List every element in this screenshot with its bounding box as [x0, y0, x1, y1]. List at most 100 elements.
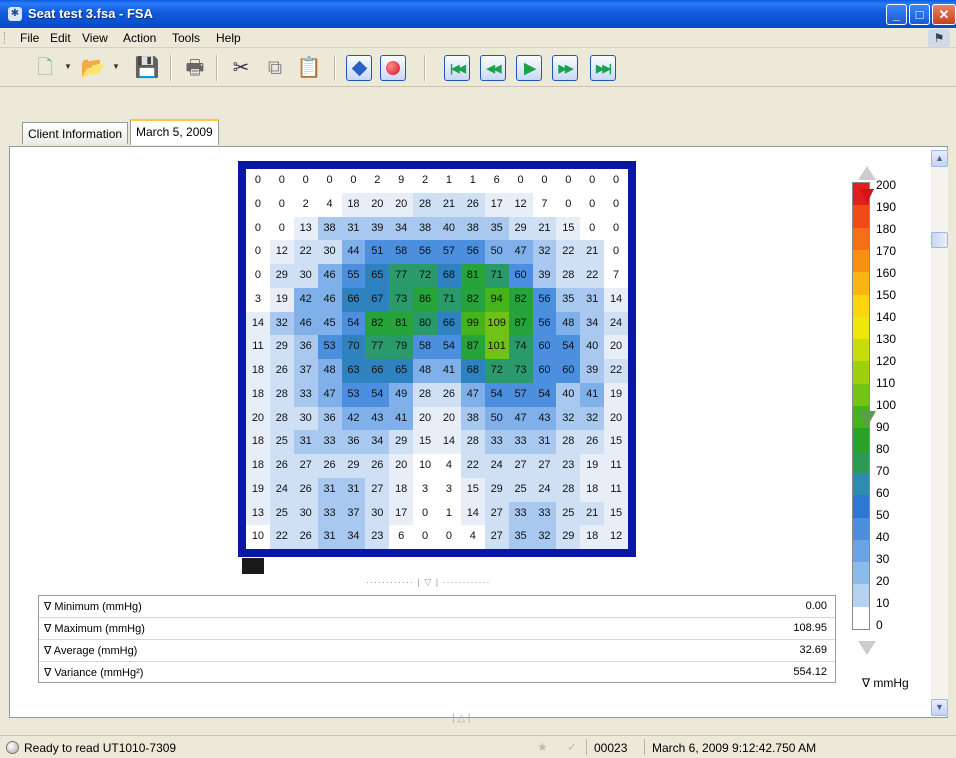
scale-tick-label: 160 — [876, 266, 897, 280]
scale-unit[interactable]: ∇ mmHg — [862, 676, 909, 690]
pressure-cell: 50 — [484, 240, 509, 264]
last-frame-button[interactable]: ▶▶| — [590, 55, 616, 81]
diamond-icon — [351, 60, 367, 76]
horizontal-splitter[interactable]: ············ | ▽ | ············ — [366, 577, 526, 588]
pressure-cell: 11 — [604, 454, 628, 478]
paste-icon[interactable]: 📋 — [294, 53, 324, 83]
pressure-cell: 22 — [604, 359, 628, 383]
bottom-splitter[interactable]: | △ | — [452, 713, 470, 724]
stat-row-variance[interactable]: ∇ Variance (mmHg²) 554.12 — [39, 662, 835, 684]
pressure-cell: 33 — [508, 501, 533, 526]
menu-help[interactable]: Help — [216, 31, 241, 45]
scale-min-slider[interactable] — [858, 641, 876, 655]
pressure-cell: 65 — [389, 359, 414, 383]
record-button[interactable] — [380, 55, 406, 81]
menu-file[interactable]: File — [20, 31, 39, 45]
close-button[interactable]: ✕ — [932, 4, 956, 25]
fast-forward-button[interactable]: ▶▶ — [552, 55, 578, 81]
pressure-cell: 43 — [365, 406, 390, 431]
pressure-cell: 46 — [293, 311, 318, 336]
pressure-cell: 0 — [437, 525, 461, 549]
rewind-icon: ◀◀ — [486, 62, 502, 75]
first-frame-button[interactable]: |◀◀ — [444, 55, 470, 81]
open-folder-icon[interactable]: 📂 — [78, 53, 108, 83]
pressure-cell: 53 — [341, 382, 366, 407]
scroll-down-icon[interactable]: ▼ — [931, 699, 948, 716]
pressure-cell: 0 — [269, 216, 294, 241]
tab-march-5-2009[interactable]: March 5, 2009 — [130, 119, 219, 145]
last-frame-icon: ▶▶| — [596, 62, 612, 75]
rewind-button[interactable]: ◀◀ — [480, 55, 506, 81]
scale-segment — [853, 428, 869, 452]
pressure-cell: 82 — [365, 311, 390, 336]
frame-counter: 00023 — [594, 741, 628, 755]
status-datetime: March 6, 2009 9:12:42.750 AM — [652, 741, 817, 755]
title-bar[interactable]: ✱ Seat test 3.fsa - FSA _ □ ✕ — [0, 0, 956, 28]
scale-segment — [853, 339, 869, 362]
menu-edit[interactable]: Edit — [50, 31, 71, 45]
pressure-cell: 14 — [437, 430, 461, 454]
scale-mid-marker-icon[interactable] — [858, 411, 876, 427]
save-icon[interactable]: 💾 — [132, 53, 162, 83]
scale-segment — [853, 205, 869, 229]
color-scale-bar — [852, 182, 870, 630]
minimize-button[interactable]: _ — [886, 4, 907, 25]
status-icon — [6, 741, 19, 754]
pressure-cell: 29 — [269, 264, 294, 288]
pressure-cell: 30 — [365, 501, 390, 526]
play-button[interactable]: ▶ — [516, 55, 542, 81]
pressure-cell: 50 — [484, 406, 509, 431]
pressure-cell: 0 — [293, 169, 318, 193]
pressure-cell: 38 — [460, 406, 485, 431]
pressure-map-grid[interactable]: 0 0 0 0 0 2 9 2 1 1 6 0 0 0 0 0 0 0 2 4 18 20 20 28 21 26 17 12 7 0 0 0… — [246, 169, 628, 549]
scale-tick-label: 190 — [876, 200, 897, 214]
pressure-cell: 34 — [389, 216, 414, 241]
menu-bar: File Edit View Action Tools Help ⚑ — [0, 28, 956, 48]
scale-max-marker-icon[interactable] — [860, 189, 874, 203]
pressure-cell: 19 — [269, 287, 294, 312]
pressure-cell: 26 — [460, 192, 485, 217]
pressure-cell: 20 — [389, 454, 414, 478]
pressure-cell: 60 — [508, 264, 533, 288]
maximize-button[interactable]: □ — [909, 4, 930, 25]
pressure-cell: 49 — [389, 382, 414, 407]
pressure-cell: 29 — [484, 477, 509, 502]
stat-row-average[interactable]: ∇ Average (mmHg) 32.69 — [39, 640, 835, 662]
scale-max-slider[interactable] — [858, 166, 876, 180]
pressure-cell: 54 — [341, 311, 366, 336]
menu-view[interactable]: View — [82, 31, 108, 45]
menu-tools[interactable]: Tools — [172, 31, 200, 45]
pressure-cell: 4 — [460, 525, 485, 549]
tab-client-information[interactable]: Client Information — [22, 122, 129, 144]
pressure-cell: 23 — [556, 454, 581, 478]
map-handle[interactable] — [242, 558, 264, 574]
new-dropdown-icon[interactable]: ▼ — [64, 62, 72, 71]
scroll-up-icon[interactable]: ▲ — [931, 150, 948, 167]
pressure-cell: 28 — [269, 382, 294, 407]
scroll-thumb[interactable] — [931, 232, 948, 248]
scale-tick-label: 20 — [876, 574, 890, 588]
open-dropdown-icon[interactable]: ▼ — [112, 62, 120, 71]
pressure-cell: 26 — [580, 430, 605, 454]
diamond-button[interactable] — [346, 55, 372, 81]
new-file-icon[interactable]: 🗋 — [30, 53, 60, 83]
copy-icon[interactable]: ⧉ — [260, 53, 290, 83]
menu-action[interactable]: Action — [123, 31, 156, 45]
print-icon[interactable]: 🖶 — [180, 53, 210, 83]
pressure-cell: 14 — [604, 287, 628, 312]
pressure-cell: 42 — [341, 406, 366, 431]
pressure-cell: 66 — [341, 287, 366, 312]
status-separator — [644, 739, 645, 755]
check-icon: ✓ — [567, 740, 578, 754]
pressure-cell: 54 — [365, 382, 390, 407]
cut-icon[interactable]: ✂ — [226, 53, 256, 83]
pressure-cell: 4 — [317, 192, 342, 217]
stat-row-minimum[interactable]: ∇ Minimum (mmHg) 0.00 — [39, 596, 835, 618]
pressure-cell: 15 — [604, 501, 628, 526]
vertical-scrollbar[interactable]: ▲ ▼ — [931, 150, 948, 716]
pressure-cell: 34 — [341, 525, 366, 549]
first-frame-icon: |◀◀ — [450, 62, 466, 75]
pressure-cell: 15 — [604, 430, 628, 454]
stat-row-maximum[interactable]: ∇ Maximum (mmHg) 108.95 — [39, 618, 835, 640]
pressure-cell: 27 — [365, 477, 390, 502]
